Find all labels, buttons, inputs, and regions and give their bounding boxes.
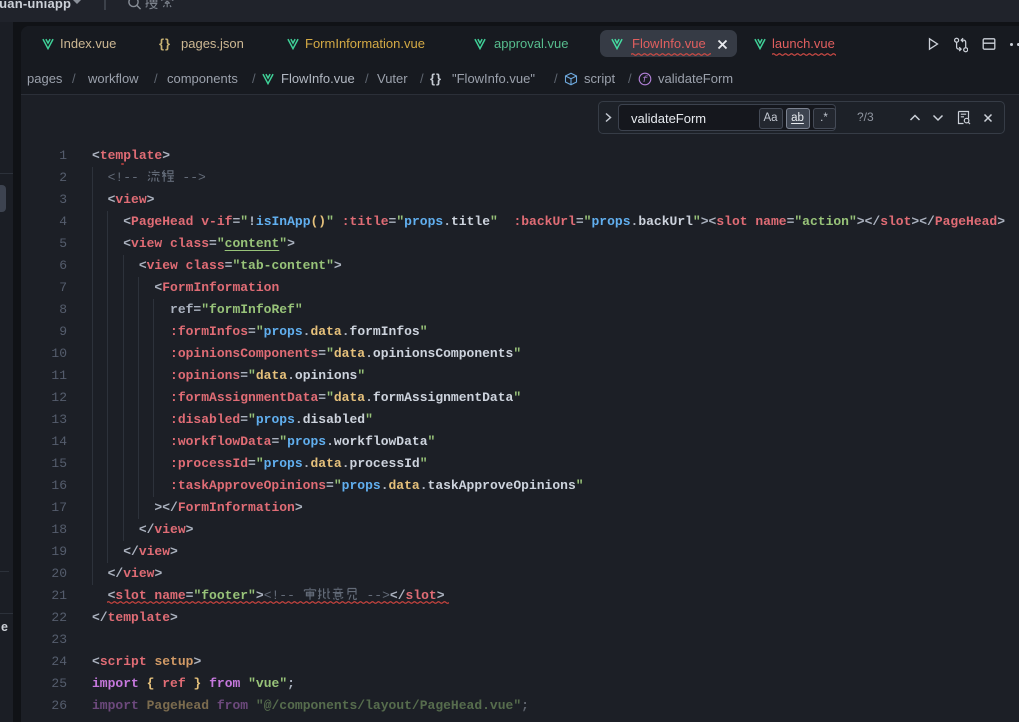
svg-text:f: f [642, 75, 648, 85]
